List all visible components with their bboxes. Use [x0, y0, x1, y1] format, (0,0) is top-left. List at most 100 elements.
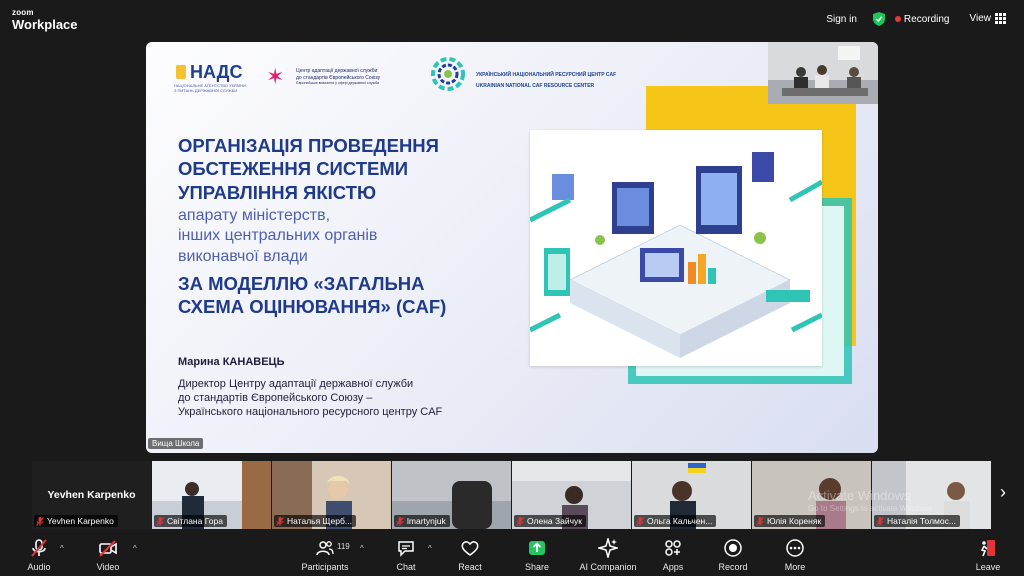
- participant-name-bar: Наталія Толмос...: [874, 515, 960, 527]
- caf-center-text: УКРАЇНСЬКИЙ НАЦІОНАЛЬНИЙ РЕСУРСНИЙ ЦЕНТР…: [476, 70, 616, 92]
- participant-name-bar: Yevhen Karpenko: [34, 515, 118, 527]
- top-right-controls: Sign in Recording View: [826, 12, 1006, 26]
- caf-line2: UKRAINIAN NATIONAL CAF RESOURCE CENTER: [476, 83, 595, 89]
- nads-subtitle: НАЦІОНАЛЬНЕ АГЕНТСТВО УКРАЇНИ З ПИТАНЬ Д…: [174, 83, 246, 93]
- more-label: More: [784, 562, 806, 572]
- grid-view-icon: [995, 13, 1006, 25]
- mic-muted-icon: [876, 516, 884, 526]
- leave-door-icon: [980, 540, 995, 557]
- view-label: View: [969, 13, 992, 25]
- heart-icon: [461, 541, 479, 556]
- watermark-line1: Activate Windows: [808, 488, 911, 503]
- role-line: Українського національного ресурсного це…: [178, 405, 443, 418]
- participant-name-bar: Ольга Кальчен...: [634, 515, 717, 527]
- video-options-caret-icon[interactable]: ^: [133, 544, 137, 553]
- participant-name: Олена Зайчук: [527, 516, 582, 526]
- chat-button[interactable]: Chat: [376, 538, 436, 572]
- participant-tile[interactable]: Yevhen Karpenko Yevhen Karpenko: [32, 461, 151, 529]
- star-logo-icon: ✶: [266, 64, 285, 89]
- more-button[interactable]: More: [765, 538, 825, 572]
- activate-windows-watermark: Activate Windows Go to Settings to activ…: [808, 488, 934, 514]
- mic-muted-icon: [516, 516, 524, 526]
- share-name-tag: Вища Школа: [148, 438, 204, 449]
- participant-name-bar: lmartynjuk: [394, 515, 450, 527]
- caa-text: Центр адаптації державної служби до стан…: [296, 68, 416, 86]
- participant-name-bar: Олена Зайчук: [514, 515, 586, 527]
- share-button[interactable]: Share: [507, 538, 567, 572]
- participant-tile[interactable]: Наталья Щерб...: [272, 461, 391, 529]
- leave-button[interactable]: Leave: [958, 538, 1018, 572]
- watermark-line2: Go to Settings to activate Windows.: [808, 504, 935, 514]
- nads-logo: НАДС: [176, 62, 243, 83]
- view-button[interactable]: View: [969, 13, 1006, 25]
- participants-options-caret-icon[interactable]: ^: [360, 544, 364, 553]
- react-button[interactable]: React: [440, 538, 500, 572]
- record-label: Record: [718, 562, 748, 572]
- participant-name: Наталія Толмос...: [887, 516, 956, 526]
- brand-line2: Workplace: [12, 17, 78, 32]
- mic-muted-icon: [756, 516, 764, 526]
- slide-illustration: [530, 130, 822, 366]
- chat-icon: [398, 541, 414, 557]
- recording-dot-icon: [894, 15, 901, 22]
- participants-icon: [316, 541, 334, 556]
- video-button[interactable]: Video: [78, 538, 138, 572]
- slide-title-model: ЗА МОДЕЛЛЮ «ЗАГАЛЬНА СХЕМА ОЦІНЮВАННЯ» (…: [178, 272, 498, 319]
- ai-companion-label: AI Companion: [579, 562, 637, 572]
- participant-name: Yevhen Karpenko: [47, 516, 114, 526]
- mic-muted-icon: [276, 516, 284, 526]
- mic-muted-icon: [636, 516, 644, 526]
- mic-muted-icon: [396, 516, 404, 526]
- next-page-chevron-icon[interactable]: ›: [1000, 482, 1006, 503]
- ai-companion-button[interactable]: AI Companion: [578, 538, 638, 572]
- audio-label: Audio: [27, 562, 51, 572]
- participant-tile[interactable]: Олена Зайчук: [512, 461, 631, 529]
- mic-muted-icon: [36, 516, 44, 526]
- chat-label: Chat: [396, 562, 416, 572]
- audio-options-caret-icon[interactable]: ^: [60, 544, 64, 553]
- title2-line: СХЕМА ОЦІНЮВАННЯ» (CAF): [178, 296, 447, 318]
- author-name: Марина КАНАВЕЦЬ: [178, 356, 285, 368]
- meeting-toolbar: Audio ^ Video ^ Participants 119 ^ Chat …: [0, 534, 1024, 576]
- participant-name: Ольга Кальчен...: [647, 516, 713, 526]
- participant-tile[interactable]: Ольга Кальчен...: [632, 461, 751, 529]
- title-line: ОБСТЕЖЕННЯ СИСТЕМИ: [178, 158, 409, 180]
- shared-screen: НАДС НАЦІОНАЛЬНЕ АГЕНТСТВО УКРАЇНИ З ПИТ…: [146, 42, 878, 453]
- record-button[interactable]: Record: [703, 538, 763, 572]
- share-label: Share: [524, 562, 550, 572]
- mic-muted-icon: [156, 516, 164, 526]
- title-line: УПРАВЛІННЯ ЯКІСТЮ: [178, 181, 377, 203]
- participant-tile[interactable]: lmartynjuk: [392, 461, 511, 529]
- participants-count: 119: [337, 542, 350, 551]
- sign-in-link[interactable]: Sign in: [826, 14, 857, 25]
- recording-indicator[interactable]: Recording: [894, 13, 950, 25]
- role-line: Директор Центру адаптації державної служ…: [178, 378, 414, 390]
- participant-name: lmartynjuk: [407, 516, 446, 526]
- caa-line3: Європейське визнання у сфері державної с…: [296, 81, 380, 85]
- subtitle-line: апарату міністерств,: [178, 207, 331, 224]
- isometric-office-illustration: [530, 130, 822, 366]
- title2-line: ЗА МОДЕЛЛЮ «ЗАГАЛЬНА: [178, 273, 425, 294]
- chat-options-caret-icon[interactable]: ^: [428, 544, 432, 553]
- speaker-video-pip[interactable]: [768, 42, 878, 104]
- participants-label: Participants: [301, 562, 349, 572]
- participant-tile[interactable]: Світлана Гора: [152, 461, 271, 529]
- slide-subtitle: апарату міністерств, інших центральних о…: [178, 206, 498, 267]
- caf-line1: УКРАЇНСЬКИЙ НАЦІОНАЛЬНИЙ РЕСУРСНИЙ ЦЕНТР…: [476, 72, 617, 78]
- slide-title: ОРГАНІЗАЦІЯ ПРОВЕДЕННЯ ОБСТЕЖЕННЯ СИСТЕМ…: [178, 134, 498, 204]
- top-bar: zoom Workplace Sign in Recording View: [0, 0, 1024, 40]
- video-label: Video: [96, 562, 120, 572]
- leave-label: Leave: [975, 562, 1001, 572]
- apps-button[interactable]: Apps: [643, 538, 703, 572]
- recording-label: Recording: [903, 13, 950, 25]
- participant-name: Наталья Щерб...: [287, 516, 352, 526]
- sparkle-icon: [598, 538, 618, 558]
- mic-muted-icon: [31, 539, 47, 557]
- apps-icon: [665, 540, 681, 556]
- brand-line1: zoom: [12, 8, 34, 17]
- secure-shield-icon[interactable]: [872, 12, 885, 26]
- share-screen-icon: [529, 541, 545, 555]
- video-off-icon: [99, 540, 117, 557]
- more-dots-icon: [786, 539, 804, 557]
- speaker-room-image: [768, 42, 878, 104]
